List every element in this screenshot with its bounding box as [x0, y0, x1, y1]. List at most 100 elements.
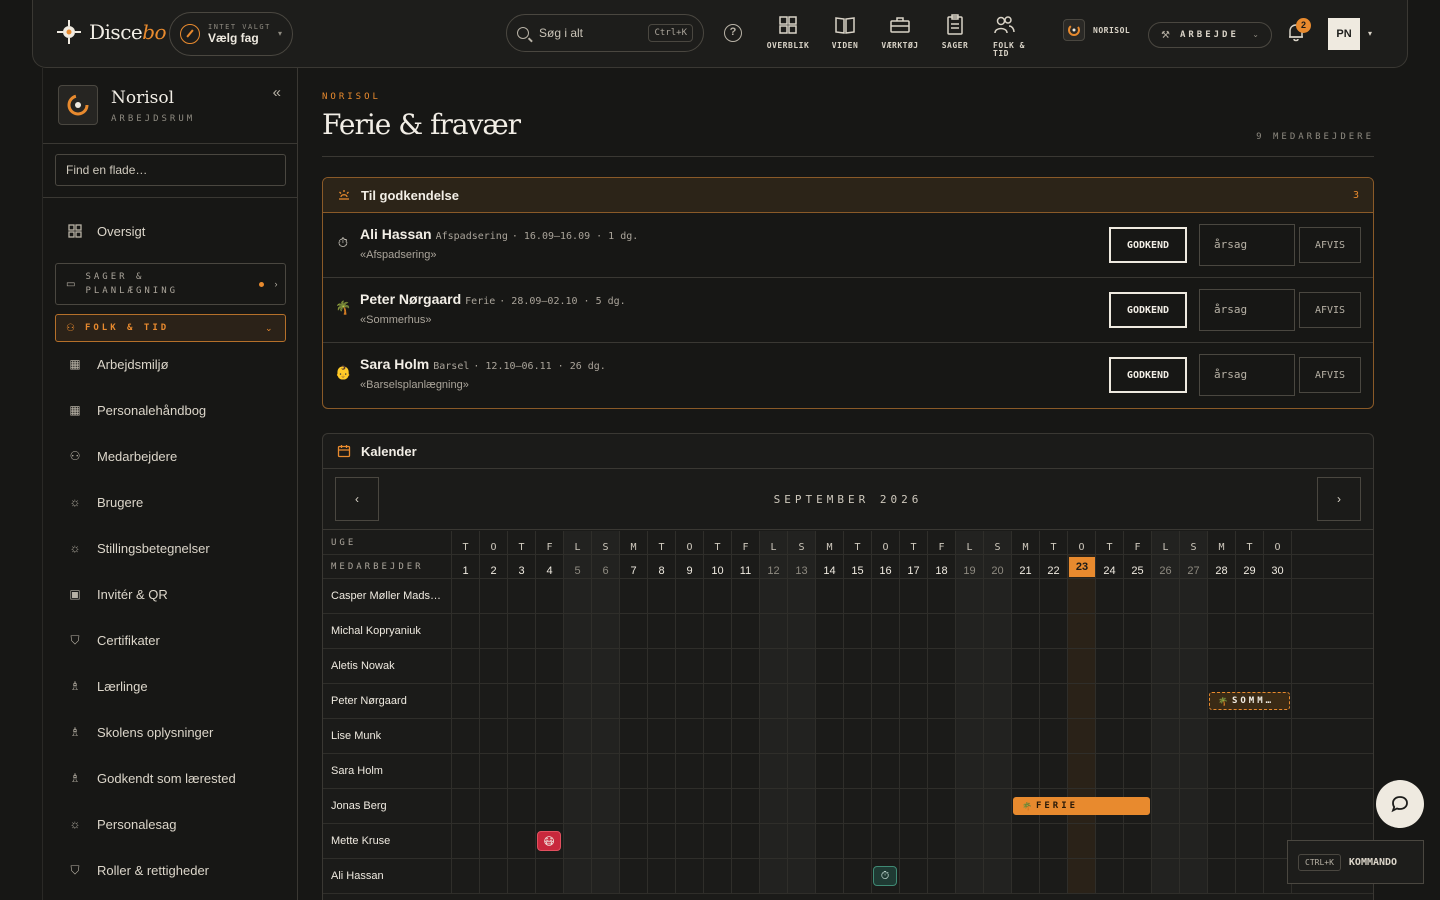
- day-cell[interactable]: [1095, 649, 1123, 683]
- day-cell[interactable]: [1179, 789, 1207, 823]
- day-cell[interactable]: [591, 754, 619, 788]
- day-cell[interactable]: [675, 789, 703, 823]
- leave-bar[interactable]: 🌴 FERIE: [1013, 797, 1150, 815]
- reject-button[interactable]: AFVIS: [1299, 227, 1361, 263]
- day-cell[interactable]: [1179, 649, 1207, 683]
- day-cell[interactable]: [675, 579, 703, 613]
- day-cell[interactable]: [1039, 859, 1067, 893]
- day-cell[interactable]: [731, 859, 759, 893]
- next-month-button[interactable]: ›: [1317, 477, 1361, 521]
- day-cell[interactable]: [1067, 754, 1095, 788]
- day-cell[interactable]: [787, 614, 815, 648]
- day-cell[interactable]: [1151, 859, 1179, 893]
- day-cell[interactable]: [983, 824, 1011, 858]
- day-cell[interactable]: [1151, 579, 1179, 613]
- day-cell[interactable]: [619, 649, 647, 683]
- comp-time-marker[interactable]: ⏱: [873, 866, 897, 886]
- day-cell[interactable]: [787, 824, 815, 858]
- day-cell[interactable]: [619, 579, 647, 613]
- day-cell[interactable]: [647, 579, 675, 613]
- chevron-down-icon[interactable]: ▾: [1368, 29, 1372, 38]
- day-cell[interactable]: [703, 824, 731, 858]
- day-cell[interactable]: [563, 719, 591, 753]
- day-cell[interactable]: [955, 754, 983, 788]
- sidebar-item[interactable]: ♗ Lærlinge: [67, 678, 148, 694]
- day-cell[interactable]: [563, 789, 591, 823]
- day-cell[interactable]: [927, 649, 955, 683]
- nav-viden[interactable]: VIDEN: [820, 14, 870, 50]
- day-cell[interactable]: [619, 754, 647, 788]
- brand-logo[interactable]: Discebo: [55, 18, 167, 46]
- day-cell[interactable]: [535, 614, 563, 648]
- day-cell[interactable]: [619, 859, 647, 893]
- day-cell[interactable]: [451, 649, 479, 683]
- day-cell[interactable]: [1011, 719, 1039, 753]
- day-cell[interactable]: [535, 859, 563, 893]
- global-search[interactable]: Søg i alt Ctrl+K: [506, 14, 704, 52]
- sick-day-marker[interactable]: 😷: [537, 831, 561, 851]
- day-cell[interactable]: [563, 684, 591, 718]
- day-cell[interactable]: [927, 789, 955, 823]
- day-cell[interactable]: [731, 649, 759, 683]
- day-cell[interactable]: [1039, 579, 1067, 613]
- day-cell[interactable]: [591, 719, 619, 753]
- day-cell[interactable]: [1039, 614, 1067, 648]
- day-cell[interactable]: [871, 824, 899, 858]
- day-cell[interactable]: [731, 719, 759, 753]
- day-cell[interactable]: [843, 579, 871, 613]
- day-cell[interactable]: [983, 789, 1011, 823]
- day-cell[interactable]: [1179, 614, 1207, 648]
- sidebar-item[interactable]: ▣ Invitér & QR: [67, 586, 167, 602]
- day-cell[interactable]: [871, 649, 899, 683]
- day-cell[interactable]: [871, 614, 899, 648]
- nav-vaerktoej[interactable]: VÆRKTØJ: [875, 14, 925, 50]
- day-cell[interactable]: [451, 859, 479, 893]
- day-cell[interactable]: [703, 719, 731, 753]
- day-cell[interactable]: [1151, 719, 1179, 753]
- day-cell[interactable]: [703, 579, 731, 613]
- day-cell[interactable]: [647, 614, 675, 648]
- day-cell[interactable]: [507, 684, 535, 718]
- day-cell[interactable]: [955, 789, 983, 823]
- day-cell[interactable]: [591, 824, 619, 858]
- day-cell[interactable]: [759, 684, 787, 718]
- approve-button[interactable]: GODKEND: [1109, 292, 1187, 328]
- day-cell[interactable]: [1123, 859, 1151, 893]
- day-cell[interactable]: [731, 614, 759, 648]
- reason-input[interactable]: årsag: [1199, 289, 1295, 331]
- day-cell[interactable]: [675, 719, 703, 753]
- day-cell[interactable]: [1095, 614, 1123, 648]
- day-cell[interactable]: [927, 754, 955, 788]
- day-cell[interactable]: [983, 579, 1011, 613]
- day-cell[interactable]: [1011, 684, 1039, 718]
- day-cell[interactable]: [899, 684, 927, 718]
- day-cell[interactable]: [843, 859, 871, 893]
- day-cell[interactable]: [871, 579, 899, 613]
- day-cell[interactable]: [619, 614, 647, 648]
- day-cell[interactable]: [1067, 579, 1095, 613]
- day-cell[interactable]: [815, 719, 843, 753]
- day-cell[interactable]: [843, 789, 871, 823]
- chat-button[interactable]: [1376, 780, 1424, 828]
- day-cell[interactable]: [1095, 719, 1123, 753]
- day-cell[interactable]: [759, 649, 787, 683]
- day-cell[interactable]: [787, 684, 815, 718]
- day-cell[interactable]: [619, 824, 647, 858]
- reason-input[interactable]: årsag: [1199, 224, 1295, 266]
- day-cell[interactable]: [1011, 859, 1039, 893]
- sidebar-item[interactable]: ⛉ Roller & rettigheder: [67, 862, 209, 878]
- day-cell[interactable]: [507, 754, 535, 788]
- day-cell[interactable]: [535, 649, 563, 683]
- day-cell[interactable]: [451, 789, 479, 823]
- day-cell[interactable]: [451, 824, 479, 858]
- day-cell[interactable]: [787, 859, 815, 893]
- day-cell[interactable]: [1151, 789, 1179, 823]
- search-input[interactable]: Søg i alt: [539, 26, 648, 40]
- day-cell[interactable]: [843, 719, 871, 753]
- approve-button[interactable]: GODKEND: [1109, 357, 1187, 393]
- day-cell[interactable]: [1207, 719, 1235, 753]
- sidebar-item[interactable]: ☼ Stillingsbetegnelser: [67, 540, 210, 556]
- day-cell[interactable]: [1207, 649, 1235, 683]
- day-cell[interactable]: [1235, 614, 1263, 648]
- day-cell[interactable]: [1207, 614, 1235, 648]
